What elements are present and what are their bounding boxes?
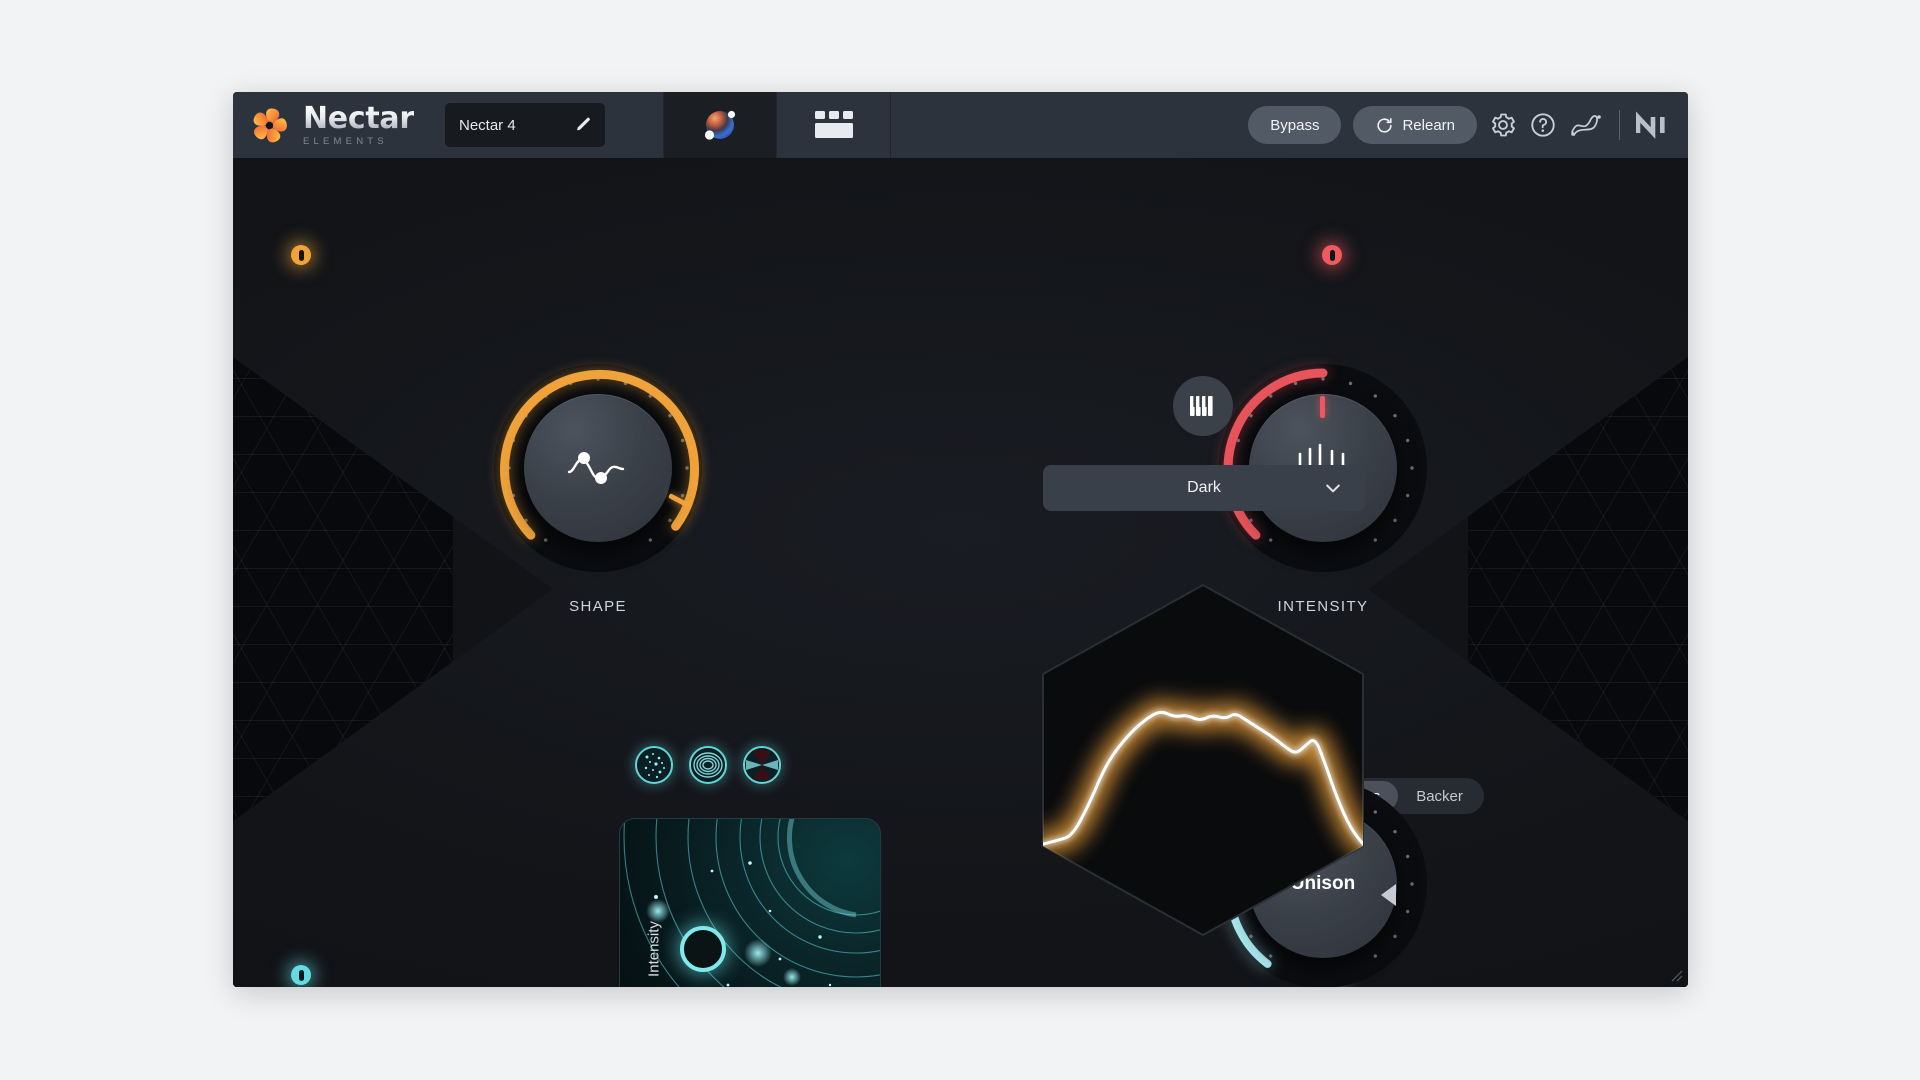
resize-grip-icon[interactable]: [1669, 968, 1683, 982]
brand-name: Nectar: [303, 100, 414, 136]
xy-pad[interactable]: Intensity Mix: [619, 818, 881, 987]
lamp-mix[interactable]: [291, 965, 311, 985]
header-bar: Nectar ELEMENTS Nectar 4 Bypass Relearn: [233, 92, 1688, 158]
brand-subtitle: ELEMENTS: [303, 135, 388, 147]
native-instruments-button[interactable]: [1636, 111, 1672, 139]
module-rack-icon: [814, 111, 853, 138]
help-button[interactable]: [1529, 111, 1557, 139]
preset-name: Nectar 4: [459, 116, 516, 134]
piano-keys-button[interactable]: [1173, 376, 1233, 436]
header-actions: Bypass Relearn: [1248, 92, 1688, 158]
preset-field[interactable]: Nectar 4: [445, 103, 605, 147]
relearn-label: Relearn: [1402, 116, 1455, 134]
gear-icon: [1492, 113, 1515, 137]
intensity-knob-pointer: [1320, 396, 1325, 418]
header-divider: [1619, 110, 1620, 140]
blades-icon: [746, 749, 778, 781]
plugin-body: SHAPE INTENSITY Backer Unison Dark Inten…: [233, 158, 1688, 987]
preset-orb-rings[interactable]: [689, 746, 727, 784]
shape-knob[interactable]: [478, 348, 718, 588]
tone-dropdown[interactable]: Dark: [1043, 465, 1365, 511]
xy-pad-y-label: Intensity: [645, 921, 663, 977]
preset-orb-blades[interactable]: [743, 746, 781, 784]
particles-icon: [638, 749, 670, 781]
chevron-down-icon: [1326, 484, 1340, 493]
tone-value: Dark: [1187, 479, 1221, 496]
relearn-button[interactable]: Relearn: [1353, 106, 1477, 144]
triangle-left-icon[interactable]: [1381, 884, 1396, 906]
lamp-shape[interactable]: [291, 245, 311, 265]
nectar-flower-logo-icon: [253, 107, 287, 142]
hexagon-spectrum-display[interactable]: [1033, 581, 1373, 939]
plugin-window: Nectar ELEMENTS Nectar 4 Bypass Relearn …: [233, 92, 1688, 987]
tab-group: [663, 92, 891, 158]
preset-orb-particles[interactable]: [635, 746, 673, 784]
rings-icon: [692, 749, 724, 781]
lamp-intensity[interactable]: [1322, 245, 1342, 265]
piano-keys-icon: [1190, 396, 1213, 416]
tab-assistant[interactable]: [663, 92, 777, 158]
native-instruments-logo-icon: [1636, 111, 1665, 139]
izotope-logo-button[interactable]: [1569, 110, 1603, 140]
settings-button[interactable]: [1489, 111, 1517, 139]
pencil-icon[interactable]: [575, 116, 593, 134]
xy-pad-puck[interactable]: [680, 926, 727, 972]
refresh-circle-icon: [1377, 117, 1393, 133]
orb-sphere-icon: [704, 110, 736, 140]
izotope-logo-icon: [1571, 115, 1601, 136]
tab-modules[interactable]: [777, 92, 891, 158]
shape-knob-cap[interactable]: [524, 394, 672, 542]
bypass-button[interactable]: Bypass: [1248, 106, 1342, 144]
eq-curve-icon: [567, 452, 625, 484]
shape-label: SHAPE: [569, 598, 627, 615]
brand-block: Nectar ELEMENTS: [233, 92, 445, 158]
bypass-label: Bypass: [1270, 116, 1320, 134]
question-circle-icon: [1531, 113, 1555, 137]
